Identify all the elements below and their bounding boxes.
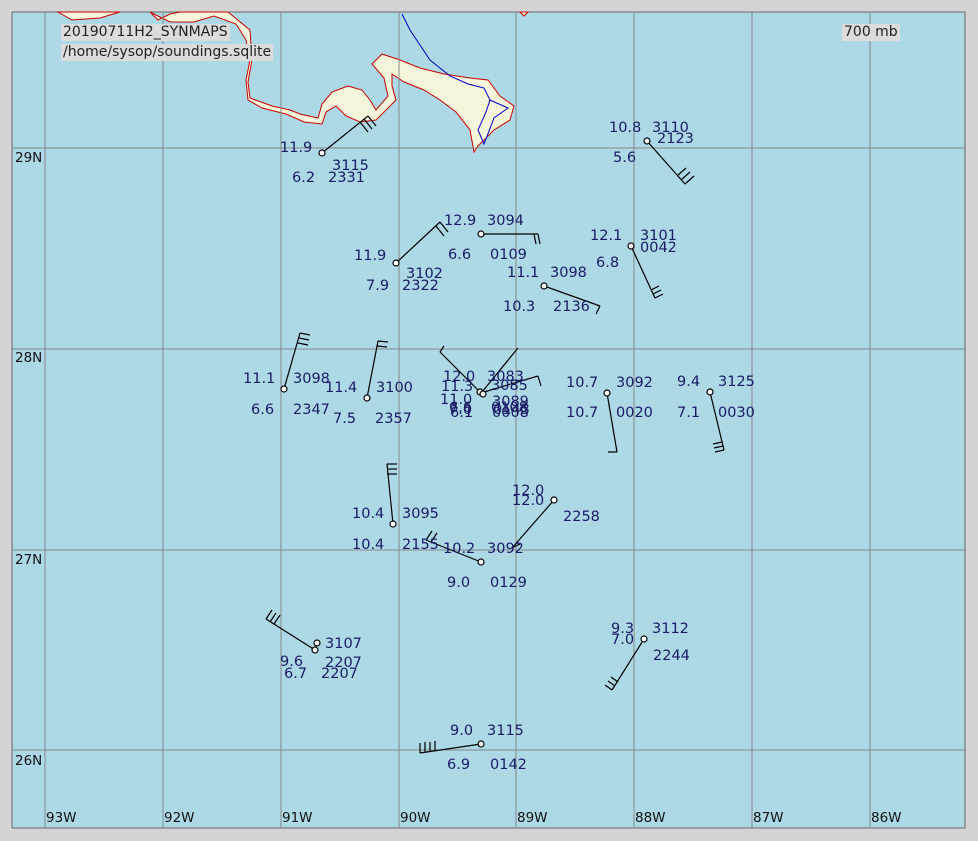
station-temp: 9.0 <box>450 723 473 739</box>
station-wind: 2258 <box>563 509 600 525</box>
station-height: 3092 <box>487 541 524 557</box>
station-height: 3085 <box>491 378 528 394</box>
station-temp: 10.4 <box>352 506 384 522</box>
station-temp: 10.7 <box>566 375 598 391</box>
lon-label: 92W <box>164 810 195 826</box>
lat-label: 27N <box>15 552 42 568</box>
lon-label: 87W <box>753 810 784 826</box>
station-temp: 11.4 <box>325 380 357 396</box>
lat-label: 29N <box>15 150 42 166</box>
station-dew: 6.8 <box>596 255 619 271</box>
station-wind: 0030 <box>718 405 755 421</box>
station-temp: 10.2 <box>443 541 475 557</box>
station-wind: 0142 <box>490 757 527 773</box>
station-height: 3095 <box>402 506 439 522</box>
station-dew: 6.2 <box>292 170 315 186</box>
lon-label: 86W <box>871 810 902 826</box>
station-height: 3115 <box>487 723 524 739</box>
lon-label: 90W <box>400 810 431 826</box>
station-wind: 2123 <box>657 131 694 147</box>
station-dew: 7.0 <box>611 632 634 648</box>
lon-label: 89W <box>517 810 548 826</box>
station-wind: 2322 <box>402 278 439 294</box>
station-wind: 0109 <box>490 247 527 263</box>
station-height: 3092 <box>616 375 653 391</box>
station-dew: 7.5 <box>333 411 356 427</box>
station-dew: 5.6 <box>613 150 636 166</box>
station-wind: 0042 <box>640 240 677 256</box>
station-dew: 6.6 <box>448 247 471 263</box>
station-dew: 7.1 <box>677 405 700 421</box>
station-wind: 2331 <box>328 170 365 186</box>
station-dew: 10.3 <box>503 299 535 315</box>
station-temp: 11.9 <box>280 140 312 156</box>
station-dew: 12.0 <box>512 493 544 509</box>
station-dew: 6.6 <box>251 402 274 418</box>
station-height: 3098 <box>550 265 587 281</box>
lon-label: 93W <box>46 810 77 826</box>
station-wind: 2244 <box>653 648 690 664</box>
station-temp: 11.9 <box>354 248 386 264</box>
station-dew: 6.9 <box>447 757 470 773</box>
station-temp: 11.1 <box>243 371 275 387</box>
station-wind: 2155 <box>402 537 439 553</box>
lon-label: 91W <box>282 810 313 826</box>
station-wind: 2347 <box>293 402 330 418</box>
station-temp: 12.9 <box>444 213 476 229</box>
station-wind: 2357 <box>375 411 412 427</box>
database-path: /home/sysop/soundings.sqlite <box>61 44 274 61</box>
station-dew: 10.4 <box>352 537 384 553</box>
station-dew: 7.9 <box>366 278 389 294</box>
station-dew: 10.7 <box>566 405 598 421</box>
station-height: 3100 <box>376 380 413 396</box>
lon-label: 88W <box>635 810 666 826</box>
station-height: 3094 <box>487 213 524 229</box>
pressure-level: 700 mb <box>842 24 900 41</box>
station-temp: 9.4 <box>677 374 700 390</box>
station-wind: 0008 <box>492 405 529 421</box>
map-canvas[interactable]: 93W 92W 91W 90W 89W 88W 87W 86W 29N 28N … <box>0 0 978 841</box>
station-height: 3125 <box>718 374 755 390</box>
station-wind: 2207 <box>321 666 358 682</box>
station-temp: 12.1 <box>590 228 622 244</box>
station-height: 3107 <box>325 636 362 652</box>
station-wind: 0129 <box>490 575 527 591</box>
station-dew: 6.7 <box>284 666 307 682</box>
map-window: 93W 92W 91W 90W 89W 88W 87W 86W 29N 28N … <box>0 0 978 841</box>
station-temp: 10.8 <box>609 120 641 136</box>
run-label: 20190711H2_SYNMAPS <box>61 24 230 41</box>
lat-label: 28N <box>15 350 42 366</box>
station-dew: 9.0 <box>447 575 470 591</box>
station-wind: 0020 <box>616 405 653 421</box>
station-temp: 11.1 <box>507 265 539 281</box>
station-dew: 6.1 <box>450 405 473 421</box>
lat-label: 26N <box>15 753 42 769</box>
station-height: 3112 <box>652 621 689 637</box>
station-wind: 2136 <box>553 299 590 315</box>
